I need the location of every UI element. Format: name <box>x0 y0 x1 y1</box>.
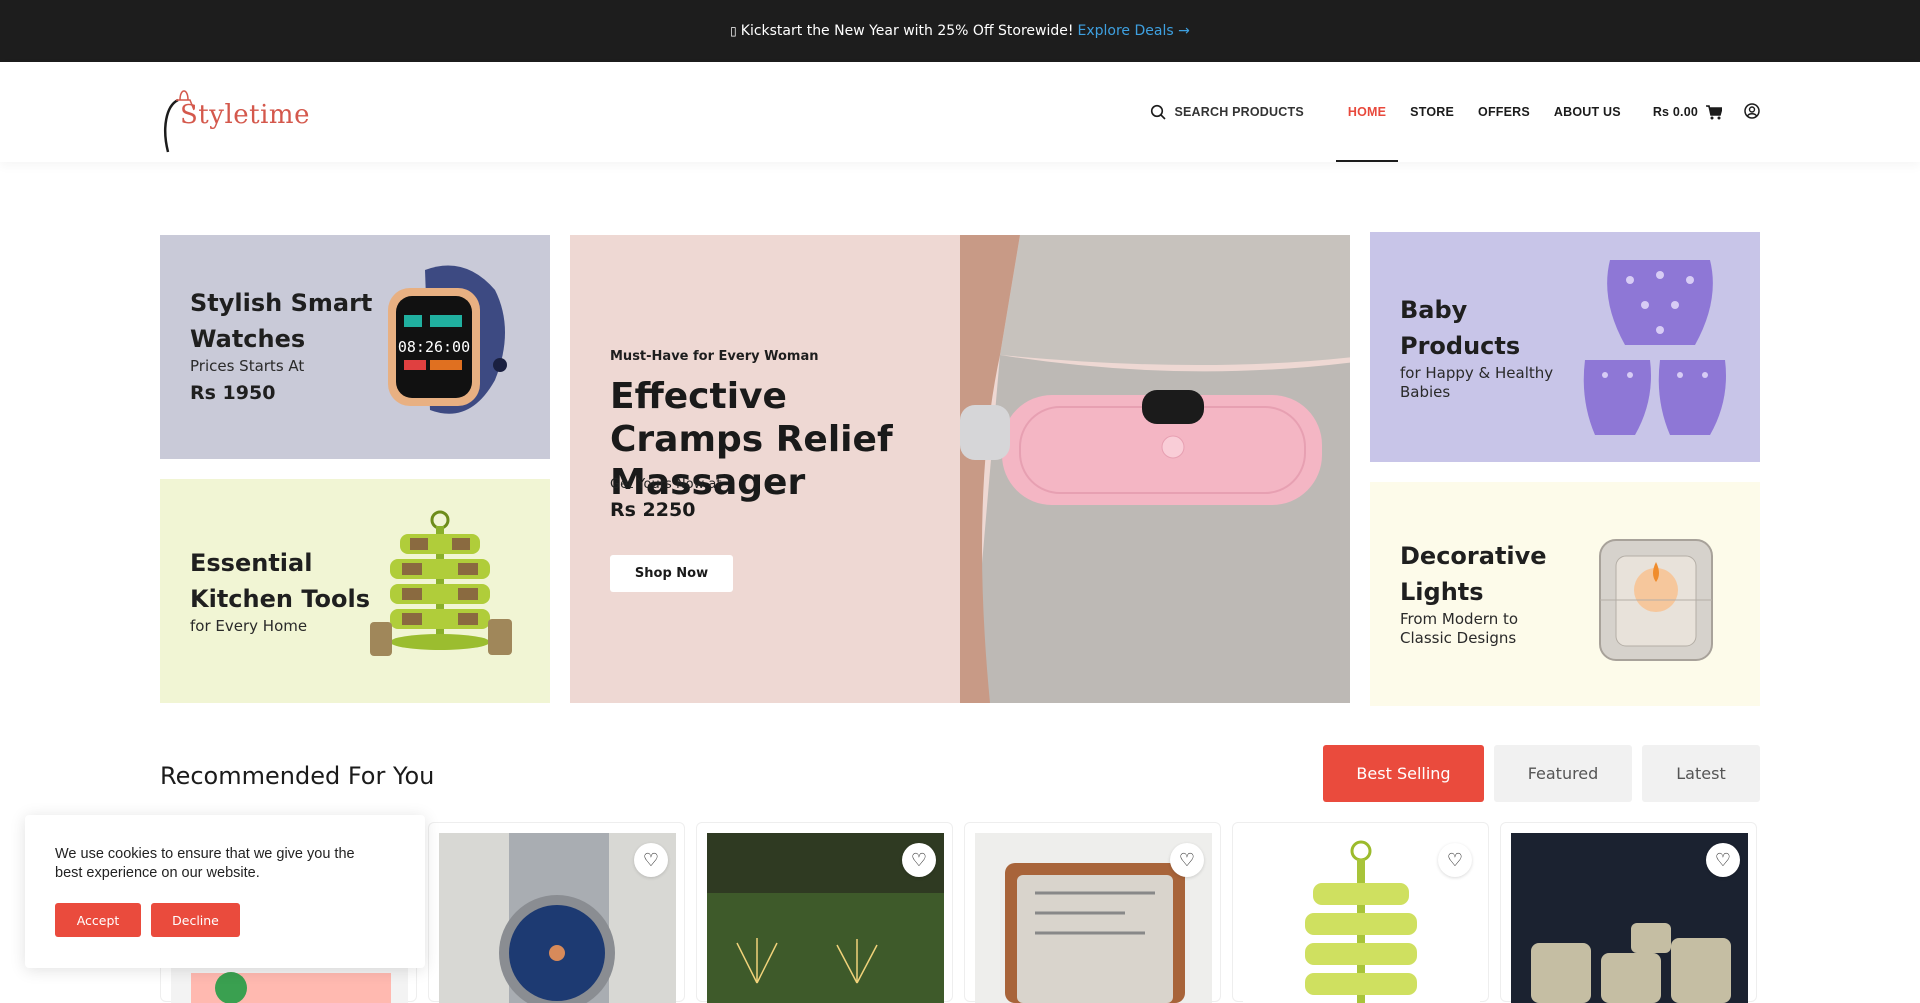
banner-kitchen-tools[interactable]: Essential Kitchen Tools for Every Home <box>160 479 550 703</box>
cart-total: Rs 0.00 <box>1652 105 1698 119</box>
cloth-diapers-image <box>1583 260 1726 435</box>
product-card[interactable]: ♡ <box>1232 822 1489 1003</box>
logo-text: Styletime <box>180 100 310 130</box>
product-card[interactable]: ♡ <box>964 822 1221 1003</box>
wishlist-button[interactable]: ♡ <box>1706 843 1740 877</box>
announcement-text: Kickstart the New Year with 25% Off Stor… <box>740 23 1074 39</box>
banner-decorative-lights[interactable]: Decorative Lights From Modern to Classic D… <box>1370 482 1760 706</box>
spice-rack-image <box>370 510 512 656</box>
hero-price: Rs 2250 <box>610 499 696 521</box>
cart-icon <box>1706 104 1722 119</box>
massager-model-image <box>960 235 1350 703</box>
heart-icon: ♡ <box>1446 850 1464 870</box>
banner-title: Stylish Smart Watches <box>190 289 373 353</box>
cookie-message: We use cookies to ensure that we give yo… <box>55 846 355 881</box>
cookie-banner: We use cookies to ensure that we give yo… <box>25 815 425 968</box>
product-card[interactable]: ♡ <box>428 822 685 1003</box>
cart-button[interactable]: Rs 0.00 <box>1652 104 1722 120</box>
party-icon: ▯ <box>730 24 737 38</box>
nav-store[interactable]: STORE <box>1410 62 1454 162</box>
announcement-bar: ▯ Kickstart the New Year with 25% Off St… <box>0 0 1920 62</box>
heart-icon: ♡ <box>642 850 660 870</box>
accept-cookies-button[interactable]: Accept <box>55 903 141 937</box>
nav-home[interactable]: HOME <box>1335 62 1399 162</box>
banner-title: Decorative Lights <box>1400 542 1547 606</box>
tab-featured[interactable]: Featured <box>1494 745 1632 802</box>
search-products[interactable]: SEARCH PRODUCTS <box>1150 104 1304 120</box>
user-icon <box>1744 102 1760 119</box>
nav-offers[interactable]: OFFERS <box>1478 62 1530 162</box>
wishlist-button[interactable]: ♡ <box>634 843 668 877</box>
hero-prompt: Get Yours Now at <box>610 477 722 492</box>
account-button[interactable] <box>1744 102 1760 122</box>
nav-about-us[interactable]: ABOUT US <box>1554 62 1621 162</box>
product-card[interactable]: ♡ <box>1500 822 1757 1003</box>
wishlist-button[interactable]: ♡ <box>1170 843 1204 877</box>
main-nav: SEARCH PRODUCTS HOME STORE OFFERS ABOUT … <box>1150 62 1760 162</box>
explore-deals-link[interactable]: Explore Deals → <box>1078 23 1190 39</box>
wishlist-button[interactable]: ♡ <box>1438 843 1472 877</box>
tab-latest[interactable]: Latest <box>1642 745 1760 802</box>
product-card[interactable]: ♡ <box>696 822 953 1003</box>
decline-cookies-button[interactable]: Decline <box>151 903 240 937</box>
banner-subtitle: for Happy & Healthy Babies <box>1400 364 1554 401</box>
heart-icon: ♡ <box>1178 850 1196 870</box>
banner-title: Baby Products <box>1400 296 1521 360</box>
banner-title: Essential Kitchen Tools <box>190 549 370 613</box>
product-tabs: Best Selling Featured Latest <box>1323 745 1760 802</box>
site-header: Styletime SEARCH PRODUCTS HOME STORE OFF… <box>0 62 1920 162</box>
banner-subtitle: From Modern to Classic Designs <box>1400 610 1519 647</box>
banner-price: Rs 1950 <box>190 382 276 404</box>
svg-text:08:26:00: 08:26:00 <box>398 338 470 356</box>
logo[interactable]: Styletime <box>158 78 309 153</box>
candle-holder-image <box>1599 539 1713 661</box>
heart-icon: ♡ <box>910 850 928 870</box>
banner-subtitle: for Every Home <box>190 617 308 635</box>
hero-kicker: Must-Have for Every Woman <box>610 349 819 364</box>
hero-banner: Must-Have for Every Woman Effective Cram… <box>570 235 1350 703</box>
section-title: Recommended For You <box>160 762 435 790</box>
banner-smart-watches[interactable]: Stylish Smart Watches Prices Starts At Rs… <box>160 235 550 459</box>
search-icon <box>1151 104 1167 120</box>
banner-baby-products[interactable]: Baby Products for Happy & Healthy Babies <box>1370 232 1760 462</box>
heart-icon: ♡ <box>1714 850 1732 870</box>
tab-best-selling[interactable]: Best Selling <box>1323 745 1484 802</box>
shop-now-button[interactable]: Shop Now <box>610 555 733 592</box>
search-label: SEARCH PRODUCTS <box>1174 105 1304 119</box>
banner-subtitle: Prices Starts At <box>190 357 305 375</box>
smartwatch-image: 08:26:00 <box>388 265 507 414</box>
wishlist-button[interactable]: ♡ <box>902 843 936 877</box>
